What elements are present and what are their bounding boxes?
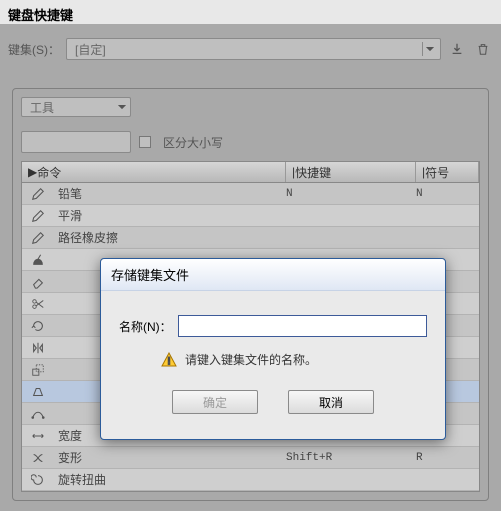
keyset-label: 键集(S)： [8, 41, 60, 58]
warning-row: 请键入键集文件的名称。 [161, 351, 427, 368]
table-row[interactable]: 变形Shift+RR [22, 447, 479, 469]
col-shortcut[interactable]: | 快捷键 [286, 162, 416, 182]
search-row: 区分大小写 [21, 131, 480, 153]
table-row[interactable]: 铅笔NN [22, 183, 479, 205]
dialog-title: 存储键集文件 [101, 259, 445, 291]
cell-symbol: R [416, 452, 479, 464]
name-input[interactable] [178, 315, 427, 337]
table-row[interactable]: 平滑 [22, 205, 479, 227]
scale-icon [22, 363, 54, 377]
category-select[interactable]: 工具 [21, 97, 131, 117]
col-command-label: 命令 [37, 164, 61, 181]
width-icon [22, 429, 54, 443]
search-input[interactable] [30, 135, 185, 149]
window-title: 键盘快捷键 [0, 0, 501, 24]
table-header: ▶ 命令 | 快捷键 | 符号 [21, 161, 480, 183]
cell-command: 平滑 [54, 207, 286, 224]
warp-icon [22, 451, 54, 465]
ok-button[interactable]: 确定 [172, 390, 258, 414]
dialog-body: 名称(N)： 请键入键集文件的名称。 确定 取消 [101, 291, 445, 424]
blob-icon [22, 253, 54, 267]
save-keyset-icon[interactable] [447, 39, 467, 59]
name-row: 名称(N)： [119, 315, 427, 337]
chevron-down-icon [422, 42, 436, 56]
reflect-icon [22, 341, 54, 355]
search-box[interactable] [21, 131, 131, 153]
category-selected: 工具 [30, 99, 54, 116]
save-keyset-dialog: 存储键集文件 名称(N)： 请键入键集文件的名称。 确定 取消 [100, 258, 446, 440]
shear-icon [22, 385, 54, 399]
cell-shortcut: Shift+R [286, 452, 416, 464]
keyset-select[interactable]: [自定] [66, 38, 441, 60]
rotate-icon [22, 319, 54, 333]
col-symbol[interactable]: | 符号 [416, 162, 479, 182]
pencil-icon [22, 187, 54, 201]
col-symbol-label: 符号 [425, 164, 449, 181]
keyset-row: 键集(S)： [自定] [8, 38, 493, 60]
cell-command: 路径橡皮擦 [54, 229, 286, 246]
case-sensitive-label: 区分大小写 [163, 134, 223, 151]
name-label: 名称(N)： [119, 318, 172, 335]
dialog-buttons: 确定 取消 [119, 390, 427, 414]
cell-command: 旋转扭曲 [54, 471, 286, 488]
case-sensitive-checkbox[interactable] [139, 136, 151, 148]
warning-text: 请键入键集文件的名称。 [185, 351, 317, 368]
cell-command: 变形 [54, 449, 286, 466]
table-row[interactable]: 旋转扭曲 [22, 469, 479, 491]
pencil-icon [22, 209, 54, 223]
cancel-button[interactable]: 取消 [288, 390, 374, 414]
scissors-icon [22, 297, 54, 311]
warning-icon [161, 352, 177, 368]
eraser-icon [22, 275, 54, 289]
twirl-icon [22, 473, 54, 487]
chevron-down-icon [118, 100, 126, 114]
col-shortcut-label: 快捷键 [295, 164, 331, 181]
delete-keyset-icon[interactable] [473, 39, 493, 59]
keyset-selected: [自定] [75, 41, 106, 58]
col-command[interactable]: ▶ 命令 [22, 162, 286, 182]
cell-shortcut: N [286, 188, 416, 200]
table-row[interactable]: 路径橡皮擦 [22, 227, 479, 249]
tools-header: 工具 [21, 97, 480, 117]
cell-symbol: N [416, 188, 479, 200]
cell-command: 铅笔 [54, 185, 286, 202]
pencil-icon [22, 231, 54, 245]
reshape-icon [22, 407, 54, 421]
